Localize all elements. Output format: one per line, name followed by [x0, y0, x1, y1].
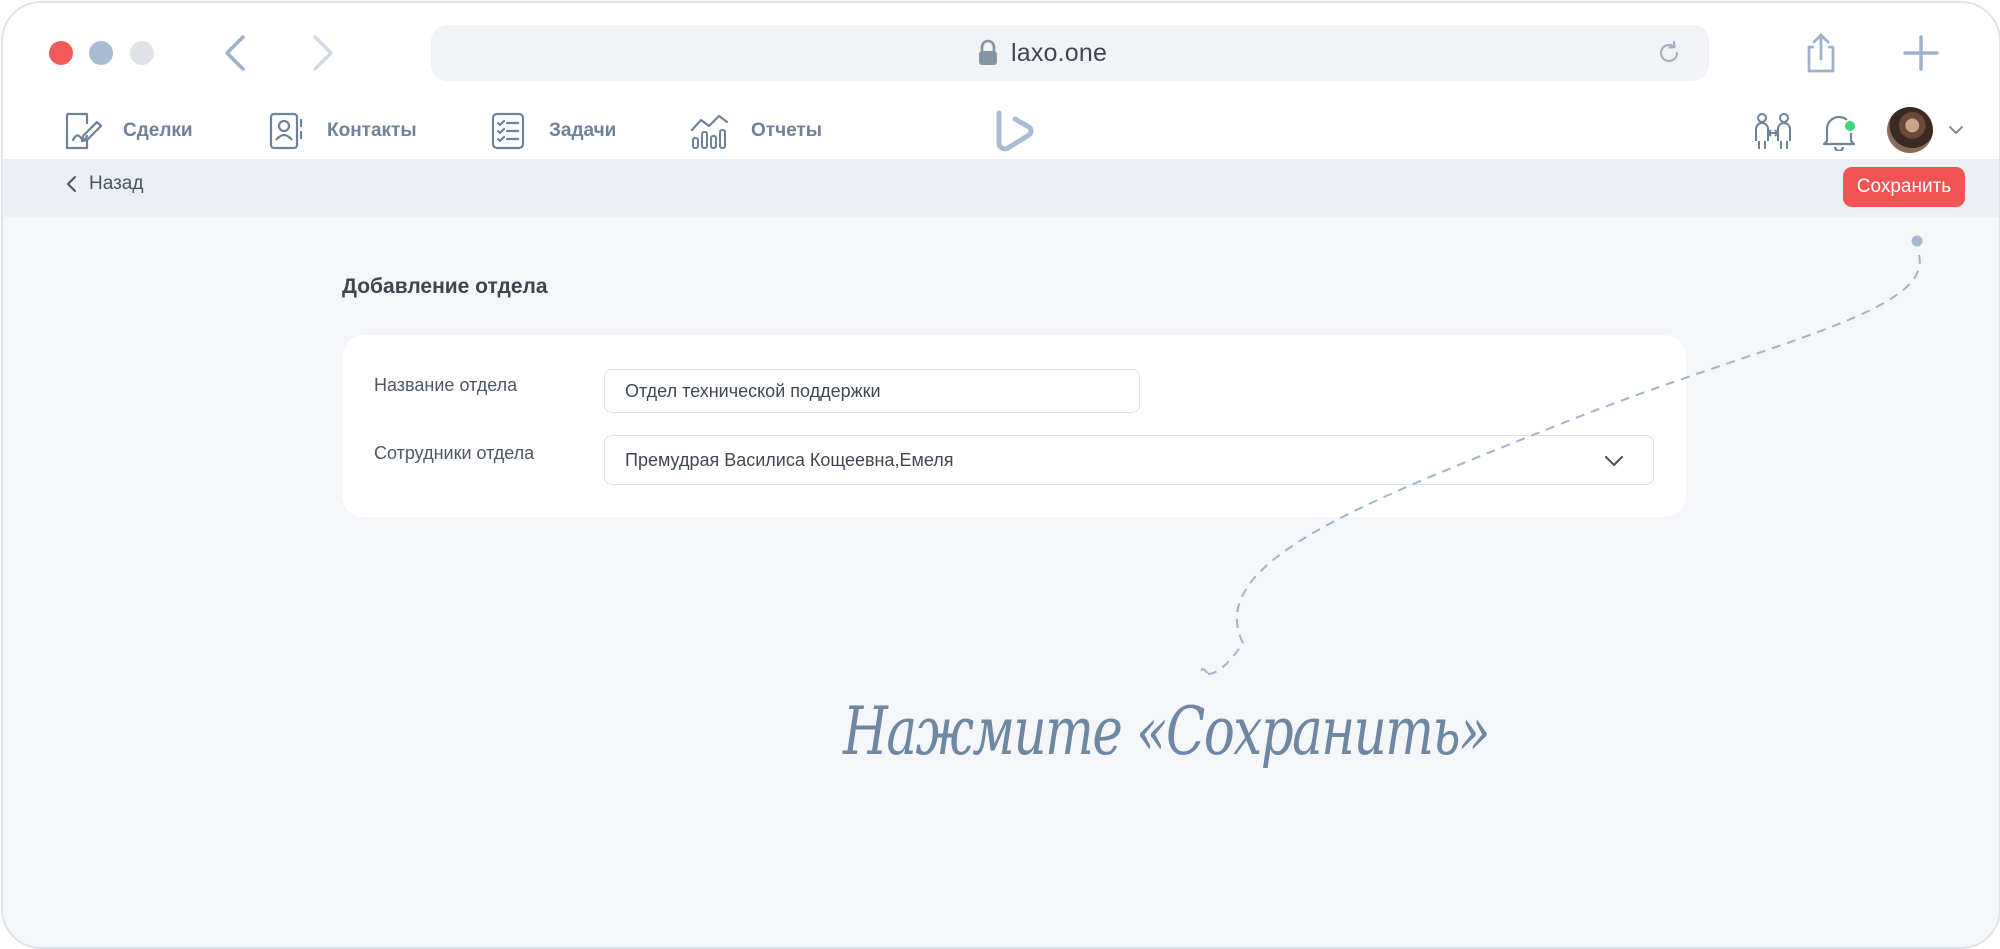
- nav-label: Контакты: [327, 120, 417, 141]
- page-title: Добавление отдела: [342, 275, 548, 298]
- address-bar[interactable]: laxo.one: [431, 25, 1709, 81]
- nav-label: Сделки: [123, 120, 193, 141]
- reload-icon[interactable]: [1655, 39, 1683, 67]
- department-staff-select[interactable]: Премудрая Василиса Кощеевна,Емеля: [604, 435, 1654, 485]
- nav-label: Отчеты: [751, 120, 822, 141]
- chevron-down-icon: [1604, 455, 1624, 467]
- page-toolbar: Назад Сохранить: [3, 159, 1999, 217]
- save-button[interactable]: Сохранить: [1843, 167, 1965, 207]
- team-icon[interactable]: [1753, 111, 1793, 151]
- minimize-window-button[interactable]: [89, 41, 113, 65]
- department-form-card: Название отдела Сотрудники отдела Премуд…: [342, 335, 1686, 517]
- plus-icon[interactable]: [1901, 33, 1941, 73]
- nav-label: Задачи: [549, 120, 617, 141]
- department-staff-label: Сотрудники отдела: [374, 443, 535, 463]
- chevron-left-icon: [67, 176, 76, 192]
- chevron-down-icon[interactable]: [1947, 121, 1965, 139]
- department-name-input[interactable]: [604, 369, 1140, 413]
- chevron-right-icon[interactable]: [303, 31, 343, 75]
- lock-icon: [979, 39, 997, 65]
- nav-item-reports[interactable]: Отчеты: [689, 103, 822, 159]
- nav-item-deals[interactable]: Сделки: [61, 103, 193, 159]
- department-staff-value: Премудрая Василиса Кощеевна,Емеля: [625, 450, 954, 470]
- avatar[interactable]: [1887, 107, 1933, 153]
- chevron-left-icon[interactable]: [215, 31, 255, 75]
- deals-icon: [65, 112, 103, 150]
- contacts-icon: [269, 112, 303, 150]
- hint-text: Нажмите «Сохранить»: [843, 693, 1490, 770]
- back-link[interactable]: Назад: [65, 173, 143, 195]
- share-icon[interactable]: [1803, 31, 1839, 75]
- app-header: Сделки Контакты Задачи Отчеты: [3, 103, 1999, 159]
- tasks-icon: [491, 112, 525, 150]
- maximize-window-button[interactable]: [130, 41, 154, 65]
- url-text: laxo.one: [1011, 39, 1108, 67]
- laxo-logo-icon[interactable]: [993, 109, 1035, 153]
- reports-icon: [690, 114, 729, 149]
- department-name-label: Название отдела: [374, 375, 518, 395]
- notification-dot: [1843, 119, 1857, 133]
- nav-item-tasks[interactable]: Задачи: [487, 103, 616, 159]
- browser-window: laxo.one Сделки Контакты Задачи Отчеты Н…: [1, 1, 2000, 949]
- close-window-button[interactable]: [49, 41, 73, 65]
- browser-chrome: laxo.one: [3, 3, 1999, 103]
- nav-item-contacts[interactable]: Контакты: [265, 103, 417, 159]
- back-label: Назад: [89, 173, 144, 194]
